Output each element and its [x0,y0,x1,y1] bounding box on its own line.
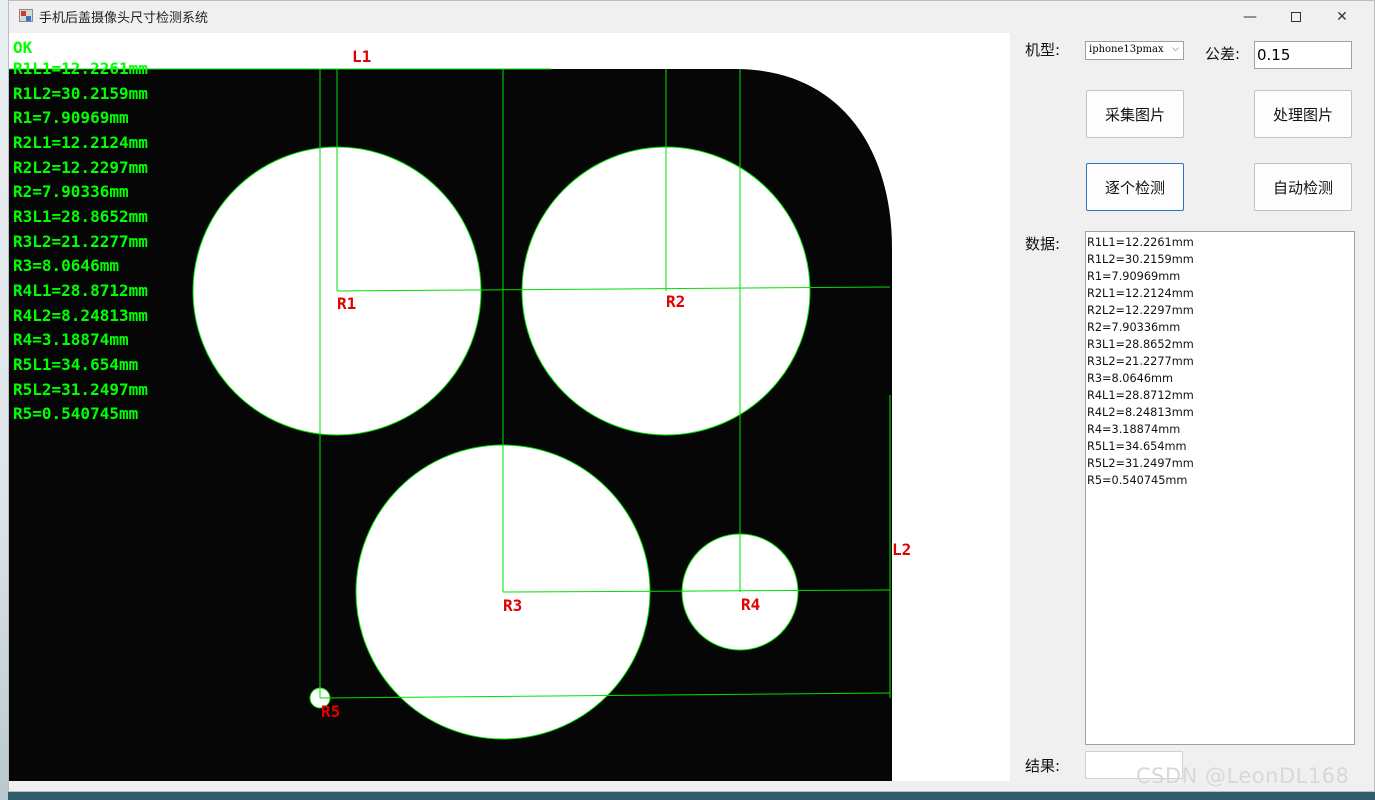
overlay-line: R4L1=28.8712mm [13,281,148,300]
data-line: R5L2=31.2497mm [1087,457,1194,470]
overlay-line: R3=8.0646mm [13,256,119,275]
data-line: R3L2=21.2277mm [1087,355,1194,368]
model-label: 机型: [1025,41,1061,59]
data-line: R1=7.90969mm [1087,270,1181,283]
data-line: R3=8.0646mm [1087,372,1174,385]
model-select[interactable]: iphone13pmax ⌵ [1085,41,1184,60]
data-line: R4L2=8.24813mm [1087,406,1194,419]
label-r1: R1 [337,294,356,313]
overlay-line: R4=3.18874mm [13,330,129,349]
overlay-line: R1=7.90969mm [13,108,129,127]
chevron-down-icon: ⌵ [1172,44,1179,54]
overlay-line: R2L2=12.2297mm [13,158,148,177]
label-r3: R3 [503,596,522,615]
overlay-line: R3L2=21.2277mm [13,232,148,251]
label-r2: R2 [666,292,685,311]
model-select-value: iphone13pmax [1089,44,1164,55]
data-textbox[interactable]: R1L1=12.2261mm R1L2=30.2159mm R1=7.90969… [1085,231,1355,745]
app-icon [19,9,33,22]
data-line: R3L1=28.8652mm [1087,338,1194,351]
overlay-line: R1L2=30.2159mm [13,84,148,103]
overlay-line: R2L1=12.2124mm [13,133,148,152]
overlay-line: R3L1=28.8652mm [13,207,148,226]
tolerance-label: 公差: [1205,45,1241,63]
title-bar: 手机后盖摄像头尺寸检测系统 — ✕ [9,1,1374,32]
overlay-line: R1L1=12.2261mm [13,59,148,78]
overlay-line: R5L2=31.2497mm [13,380,148,399]
close-button[interactable]: ✕ [1319,1,1365,32]
overlay-status: OK [13,38,33,57]
data-label: 数据: [1025,235,1061,253]
overlay-line: R2=7.90336mm [13,182,129,201]
maximize-icon [1291,11,1301,22]
data-line: R1L2=30.2159mm [1087,253,1194,266]
auto-detect-button[interactable]: 自动检测 [1254,163,1352,211]
watermark: CSDN @LeonDL168 [1136,764,1350,788]
app-window: 手机后盖摄像头尺寸检测系统 — ✕ L1 L2 R1 R2 R3 R4 R5 O… [8,0,1375,792]
minimize-icon: — [1243,8,1257,25]
data-line: R4L1=28.8712mm [1087,389,1194,402]
camera-image: L1 L2 R1 R2 R3 R4 R5 OK R1L1=12.2261mm R… [9,38,911,781]
data-line: R2L2=12.2297mm [1087,304,1194,317]
capture-image-button[interactable]: 采集图片 [1086,90,1184,138]
desktop-background [0,0,8,800]
label-l1: L1 [352,47,371,66]
data-line: R4=3.18874mm [1087,423,1181,436]
label-r4: R4 [741,595,760,614]
tolerance-input[interactable]: 0.15 [1254,41,1352,69]
data-line: R2L1=12.2124mm [1087,287,1194,300]
data-line: R2=7.90336mm [1087,321,1181,334]
step-detect-button[interactable]: 逐个检测 [1086,163,1184,211]
result-label: 结果: [1025,757,1061,775]
close-icon: ✕ [1336,8,1348,25]
label-l2: L2 [892,540,911,559]
overlay-line: R5=0.540745mm [13,404,139,423]
overlay-line: R4L2=8.24813mm [13,306,148,325]
minimize-button[interactable]: — [1227,1,1273,32]
window-title: 手机后盖摄像头尺寸检测系统 [39,11,209,26]
label-r5: R5 [321,702,340,721]
overlay-line: R5L1=34.654mm [13,355,139,374]
data-line: R5=0.540745mm [1087,474,1188,487]
data-line: R1L1=12.2261mm [1087,236,1194,249]
image-display-panel: L1 L2 R1 R2 R3 R4 R5 OK R1L1=12.2261mm R… [9,33,1010,781]
maximize-button[interactable] [1273,1,1319,32]
data-line: R5L1=34.654mm [1087,440,1187,453]
process-image-button[interactable]: 处理图片 [1254,90,1352,138]
